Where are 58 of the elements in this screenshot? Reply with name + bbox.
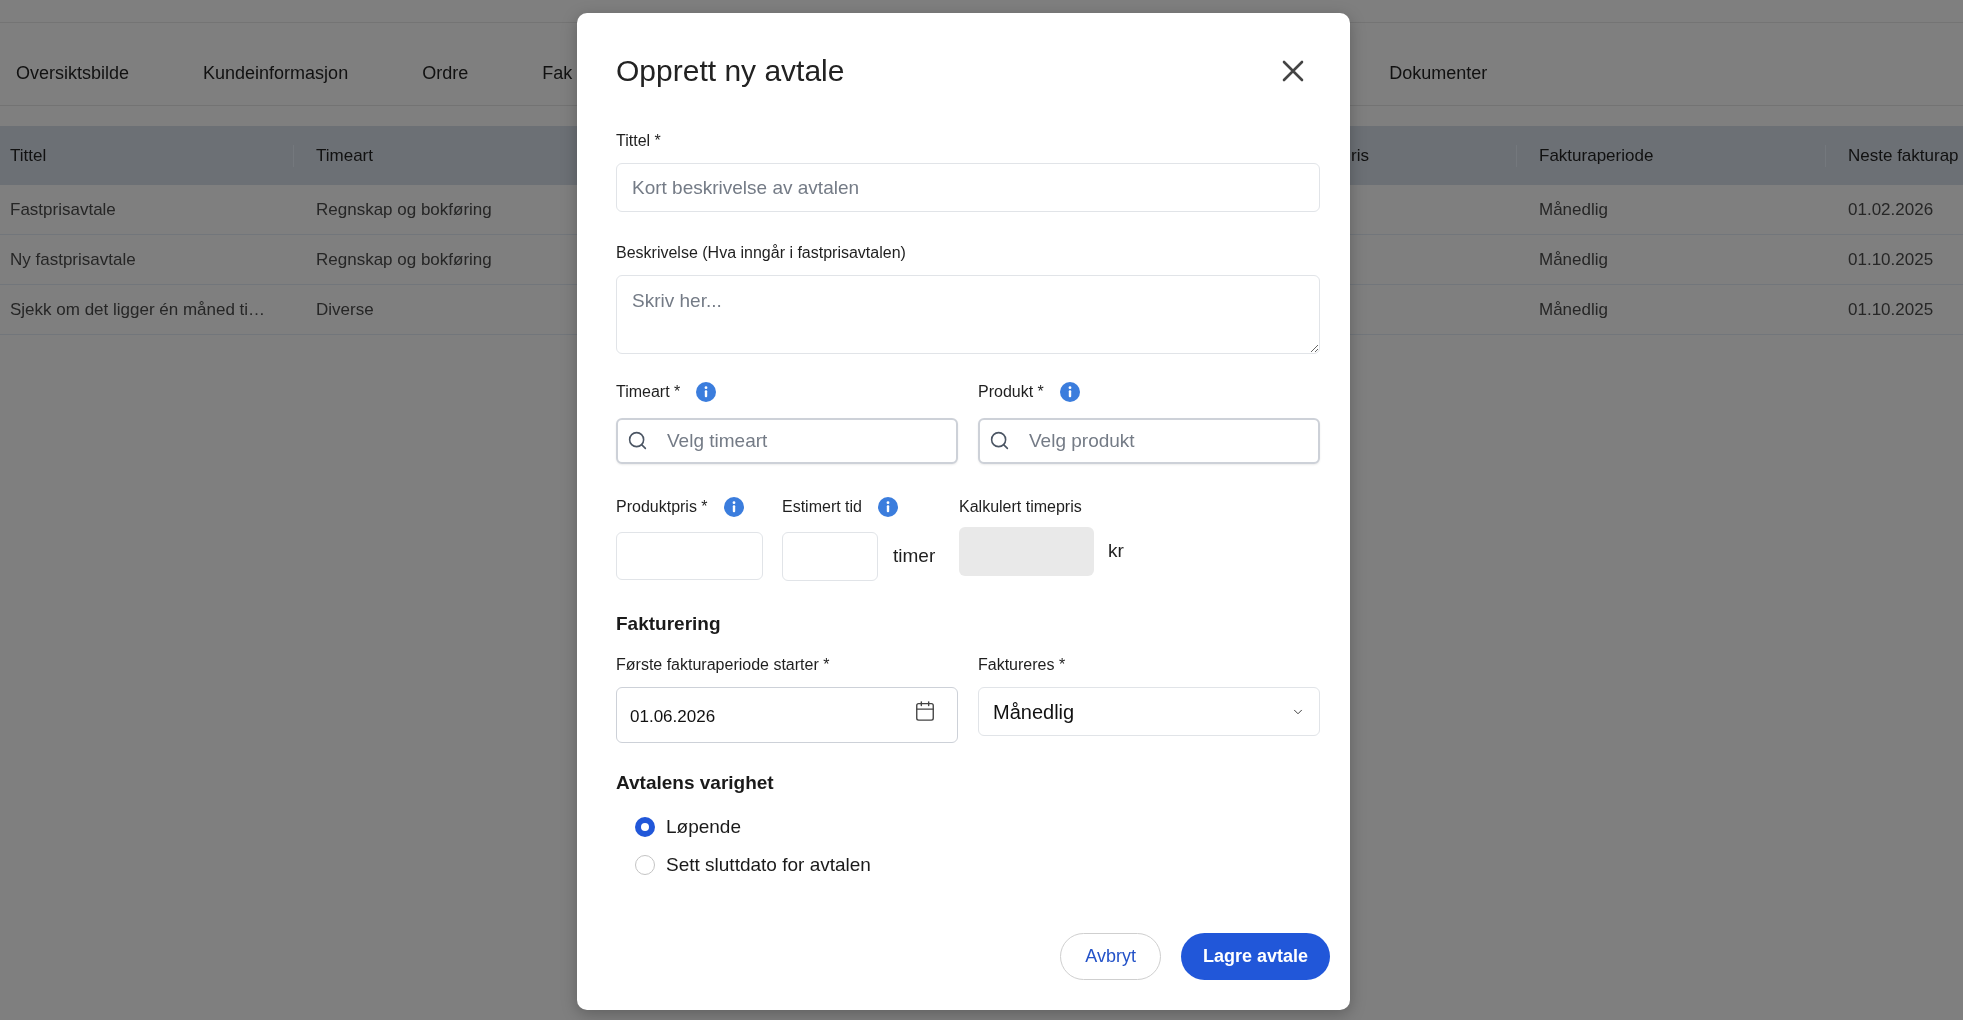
search-icon <box>627 430 648 451</box>
table-cell-text: Månedlig <box>1539 298 1608 321</box>
table-cell-text: 01.10.2025 <box>1848 298 1934 321</box>
field-label: Faktureres * <box>978 655 1066 675</box>
radio-button[interactable] <box>635 855 655 875</box>
field-label: Timeart * <box>616 382 681 402</box>
column-header: Timeart <box>316 145 373 165</box>
field-label: Estimert tid <box>782 497 862 517</box>
field-label: Kalkulert timepris <box>959 497 1082 517</box>
nav-tab[interactable]: Kundeinformasjon <box>203 61 349 85</box>
column-header: ris <box>1351 145 1369 165</box>
search-field[interactable]: Velg produkt <box>978 418 1320 464</box>
close-icon <box>1282 60 1304 82</box>
table-cell-text: Fastprisavtale <box>10 198 116 221</box>
info-icon[interactable] <box>723 497 744 517</box>
table-cell-text: Månedlig <box>1539 248 1608 271</box>
price-input[interactable] <box>616 532 763 580</box>
search-icon <box>989 430 1010 451</box>
unit-label: timer <box>893 544 936 569</box>
radio-label: Sett sluttdato for avtalen <box>666 852 871 877</box>
section-heading: Avtalens varighet <box>616 771 774 795</box>
info-icon[interactable] <box>1059 382 1080 402</box>
time-input[interactable] <box>782 532 878 581</box>
save-button[interactable]: Lagre avtale <box>1180 933 1330 980</box>
column-header: Neste fakturap <box>1848 145 1959 165</box>
field-label: Beskrivelse (Hva inngår i fastprisavtalen) <box>616 243 906 263</box>
title-input[interactable]: Kort beskrivelse av avtalen <box>616 163 1320 212</box>
frequency-select[interactable]: Månedlig <box>978 687 1320 736</box>
table-cell-text: Diverse <box>316 298 374 321</box>
field-label: Tittel * <box>616 131 661 151</box>
table-cell-text: Ny fastprisavtale <box>10 248 136 271</box>
radio-label: Løpende <box>666 814 741 839</box>
info-icon[interactable] <box>696 382 717 402</box>
section-heading: Fakturering <box>616 612 721 636</box>
table-cell-text: 01.02.2026 <box>1848 198 1934 221</box>
field-label: Første fakturaperiode starter * <box>616 655 830 675</box>
table-cell-text: Regnskap og bokføring <box>316 248 492 271</box>
field-label: Produktpris * <box>616 497 708 517</box>
info-icon[interactable] <box>878 497 898 517</box>
column-header: Tittel <box>10 145 47 165</box>
cancel-button[interactable]: Avbryt <box>1060 933 1161 980</box>
search-field[interactable]: Velg timeart <box>616 418 958 464</box>
field-label: Produkt * <box>978 382 1044 402</box>
column-header: Fakturaperiode <box>1539 145 1654 165</box>
description-field[interactable]: Skriv her... <box>616 275 1320 354</box>
calendar-icon[interactable] <box>914 700 936 722</box>
dialog-title: Opprett ny avtale <box>616 53 845 89</box>
table-cell-text: Regnskap og bokføring <box>316 198 492 221</box>
date-field[interactable]: 01.06.2026 <box>616 687 958 743</box>
nav-tab[interactable]: Fak <box>542 61 573 85</box>
nav-tab[interactable]: Dokumenter <box>1389 61 1488 85</box>
nav-tab[interactable]: Ordre <box>422 61 469 85</box>
radio-button[interactable] <box>635 817 655 837</box>
table-cell-text: Sjekk om det ligger én måned ti… <box>10 298 266 321</box>
table-cell-text: Månedlig <box>1539 198 1608 221</box>
unit-label: kr <box>1108 539 1124 564</box>
nav-tab[interactable]: Oversiktsbilde <box>16 61 130 85</box>
table-cell-text: 01.10.2025 <box>1848 248 1934 271</box>
